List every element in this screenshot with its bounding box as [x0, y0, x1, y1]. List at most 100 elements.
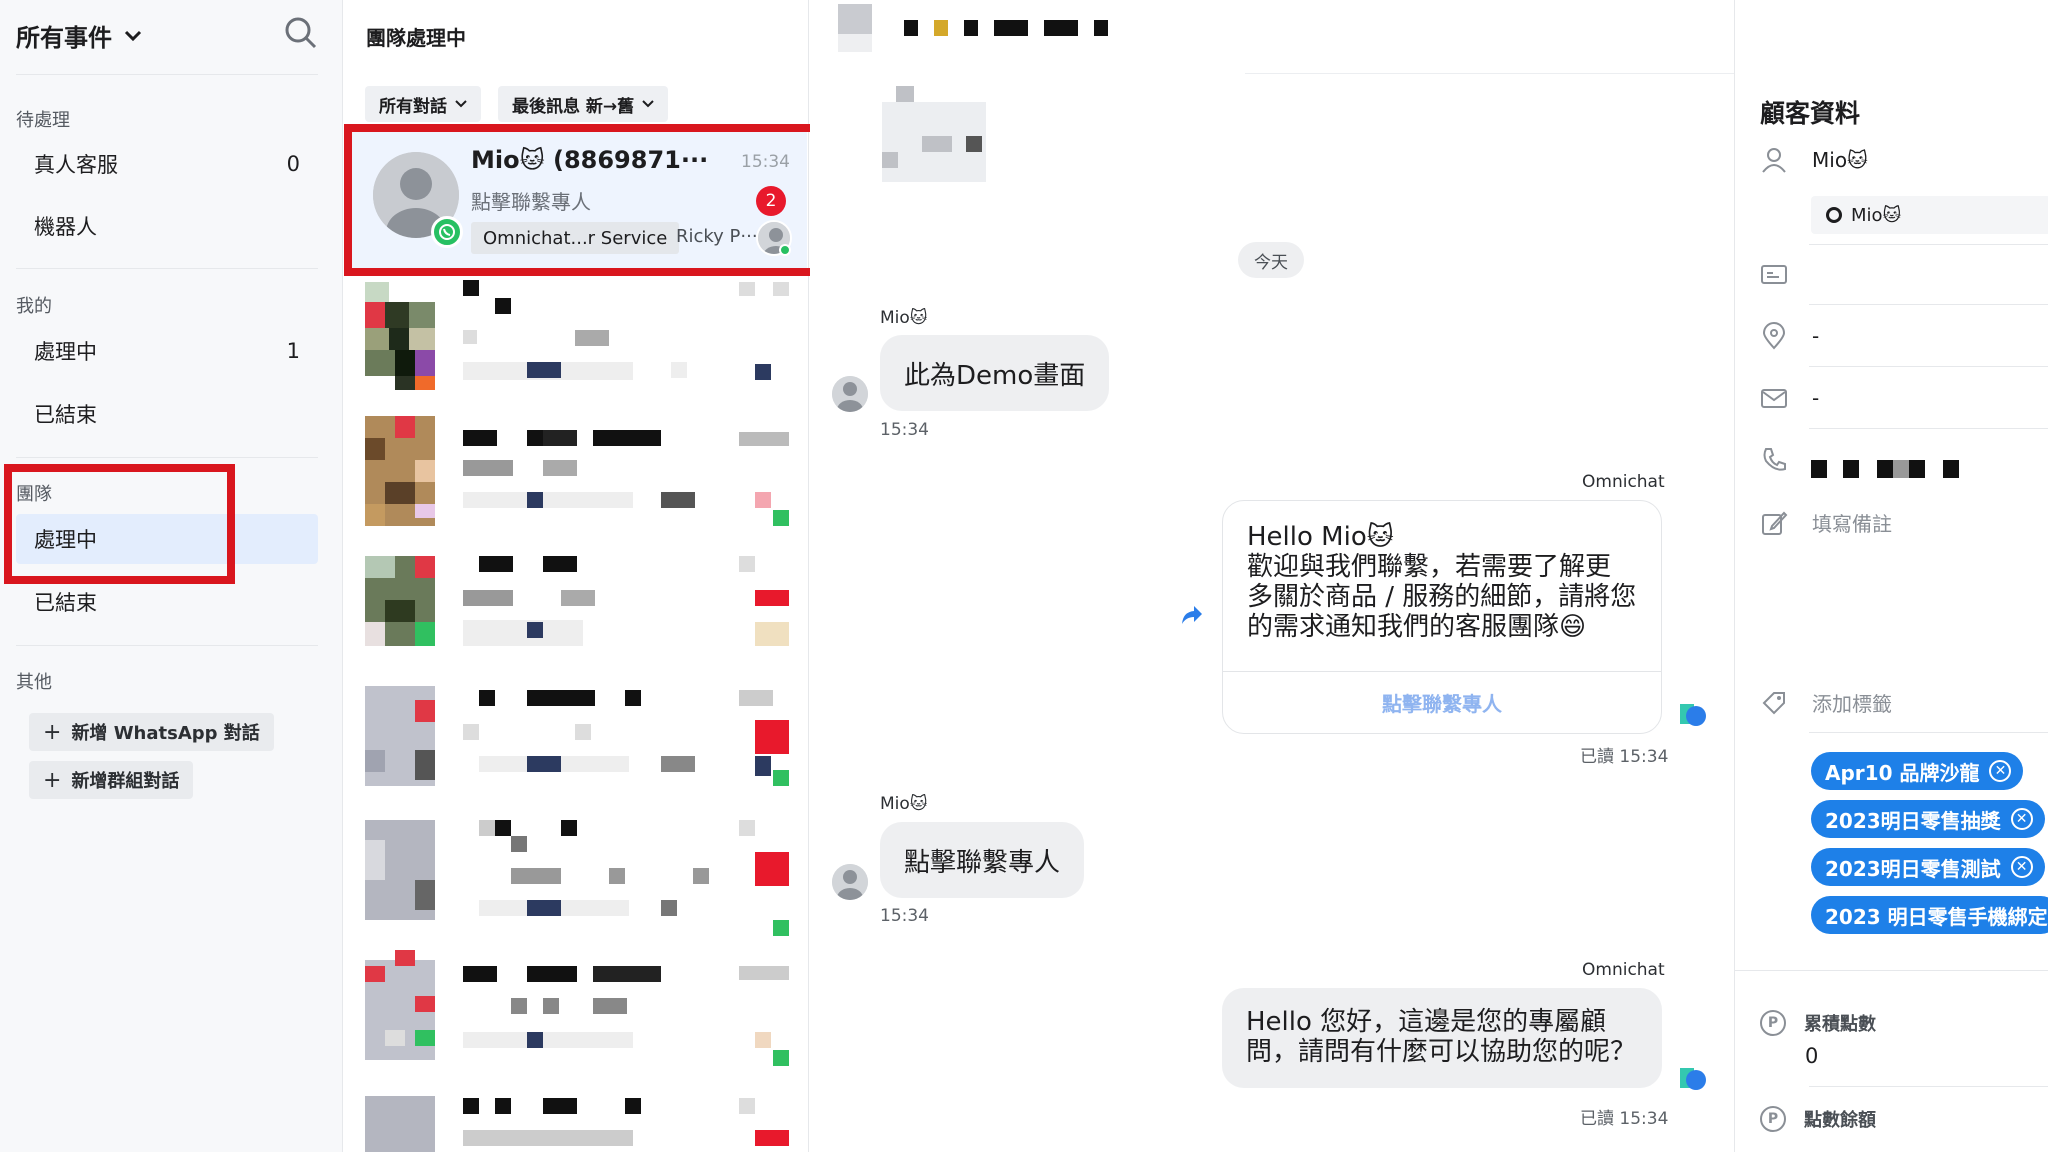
read-receipt: 已讀 15:34: [1580, 747, 1669, 767]
customer-email-row[interactable]: -: [1760, 384, 1819, 412]
new-group-label: 新增群組對話: [71, 771, 180, 792]
tag-icon: [1762, 691, 1785, 714]
message-line: 問，請問有什麼可以協助您的呢？: [1246, 1036, 1637, 1067]
section-pending: 待處理: [16, 110, 70, 131]
tag-label: 2023 明日零售手機綁定: [1825, 904, 2048, 929]
conversation-list-title: 團隊處理中: [366, 26, 466, 50]
points-value: 0: [1805, 1044, 1819, 1068]
customer-tag[interactable]: 2023明日零售測試 ✕: [1811, 848, 2045, 886]
customer-name-row: Mio🐱: [1760, 146, 1868, 174]
sidebar-item-team-closed[interactable]: 已結束: [16, 577, 318, 627]
person-icon: [1762, 148, 1786, 173]
balance-row: P 點數餘額: [1760, 1106, 1876, 1132]
chevron-down-icon: [455, 100, 467, 108]
customer-location-row[interactable]: -: [1760, 322, 1819, 350]
message-sender: Mio🐱: [880, 308, 928, 328]
sidebar-item-label: 機器人: [34, 215, 97, 239]
customer-id-row[interactable]: [1760, 260, 1788, 288]
sidebar-item-my-processing[interactable]: 處理中 1: [16, 326, 318, 376]
tag-label: 2023明日零售抽獎: [1825, 808, 2001, 833]
customer-location: -: [1812, 324, 1820, 348]
divider: [1809, 244, 2048, 245]
new-whatsapp-label: 新增 WhatsApp 對話: [71, 723, 260, 744]
message-line: Hello 您好，這邊是您的專屬顧: [1246, 1007, 1607, 1037]
omnichat-bot-icon: [1680, 704, 1706, 726]
id-card-icon: [1761, 265, 1787, 284]
omnichat-bot-icon: [1680, 1068, 1706, 1090]
redacted-chat-avatar: [838, 4, 872, 34]
message-line: 的需求通知我們的客服團隊😄: [1247, 611, 1587, 642]
customer-email: -: [1812, 386, 1820, 410]
remove-tag-icon[interactable]: ✕: [2010, 856, 2033, 878]
person-icon: [832, 864, 868, 900]
message-line: Hello Mio🐱: [1247, 522, 1394, 552]
divider: [1809, 366, 2048, 367]
sidebar-item-label: 真人客服: [34, 153, 118, 177]
whatsapp-name: Mio🐱: [1851, 204, 1902, 226]
message-sender: Omnichat: [1582, 472, 1665, 492]
section-other: 其他: [16, 672, 52, 693]
note-placeholder: 填寫備註: [1812, 512, 1892, 536]
redacted-phone-number: [1811, 460, 1971, 478]
tag-label: Apr10 品牌沙龍: [1825, 760, 1980, 785]
divider: [16, 268, 318, 269]
whatsapp-account-chip[interactable]: Mio🐱: [1811, 196, 2048, 234]
customer-tag[interactable]: 2023明日零售抽獎 ✕: [1811, 800, 2045, 838]
location-pin-icon: [1762, 322, 1786, 350]
sidebar-item-bot[interactable]: 機器人: [16, 201, 318, 251]
all-events-label: 所有事件: [16, 24, 112, 52]
message-sender: Mio🐱: [880, 794, 928, 814]
points-icon: P: [1760, 1010, 1786, 1036]
sort-dropdown[interactable]: 最後訊息 新→舊: [498, 86, 669, 122]
tag-label: 2023明日零售測試: [1825, 856, 2001, 881]
points-icon: P: [1760, 1106, 1786, 1132]
whatsapp-icon: [1826, 207, 1842, 223]
date-separator: 今天: [1238, 242, 1304, 278]
sidebar-item-count: 0: [286, 152, 300, 176]
balance-label: 點數餘額: [1804, 1110, 1876, 1131]
customer-tag[interactable]: Apr10 品牌沙龍 ✕: [1811, 752, 2024, 790]
sidebar-item-my-closed[interactable]: 已結束: [16, 389, 318, 439]
message-card-outgoing: Hello Mio🐱 歡迎與我們聯繫，若需要了解更 多關於商品 / 服務的細節，…: [1222, 500, 1662, 734]
sidebar-item-count: 1: [286, 339, 300, 363]
read-receipt: 已讀 15:34: [1580, 1109, 1669, 1129]
customer-avatar: [832, 376, 868, 412]
remove-tag-icon[interactable]: ✕: [1989, 760, 2012, 782]
new-whatsapp-button[interactable]: + 新增 WhatsApp 對話: [29, 713, 274, 751]
remove-tag-icon[interactable]: ✕: [2010, 808, 2033, 830]
sidebar-item-label: 已結束: [34, 403, 97, 427]
redacted-chat-avatar: [838, 34, 872, 52]
redacted-conversation-list: [343, 280, 809, 1152]
edit-note-icon: [1762, 511, 1788, 535]
customer-tag[interactable]: 2023 明日零售手機綁定: [1811, 896, 2048, 934]
sidebar-item-label: 處理中: [34, 340, 97, 364]
sort-label: 最後訊息 新→舊: [512, 96, 635, 117]
redacted-chat-title: [904, 20, 1134, 38]
forward-icon[interactable]: [1180, 604, 1204, 626]
customer-note-row[interactable]: 填寫備註: [1760, 508, 1892, 537]
divider: [16, 645, 318, 646]
filter-all-dropdown[interactable]: 所有對話: [365, 86, 481, 122]
customer-phone-row[interactable]: [1760, 446, 1788, 474]
plus-icon: +: [43, 767, 62, 793]
search-icon[interactable]: [284, 16, 318, 50]
person-icon: [832, 376, 868, 412]
plus-icon: +: [43, 719, 62, 745]
message-sender: Omnichat: [1582, 960, 1665, 980]
divider: [1809, 428, 2048, 429]
message-bubble-incoming: 點擊聯繫專人: [880, 822, 1085, 898]
filter-all-label: 所有對話: [379, 96, 447, 117]
sidebar-item-human-agent[interactable]: 真人客服 0: [16, 139, 318, 189]
divider: [1809, 304, 2048, 305]
points-row: P 累積點數: [1760, 1010, 1876, 1036]
points-label: 累積點數: [1804, 1014, 1876, 1035]
contact-agent-button[interactable]: 點擊聯繫專人: [1223, 671, 1661, 733]
new-group-button[interactable]: + 新增群組對話: [29, 761, 194, 799]
redacted-image: [870, 86, 996, 182]
mail-icon: [1761, 389, 1787, 408]
divider: [1245, 73, 1734, 74]
add-tag-row[interactable]: 添加標籤: [1760, 688, 1892, 717]
section-mine: 我的: [16, 296, 52, 317]
all-events-dropdown[interactable]: 所有事件: [16, 18, 142, 53]
divider: [16, 457, 318, 458]
